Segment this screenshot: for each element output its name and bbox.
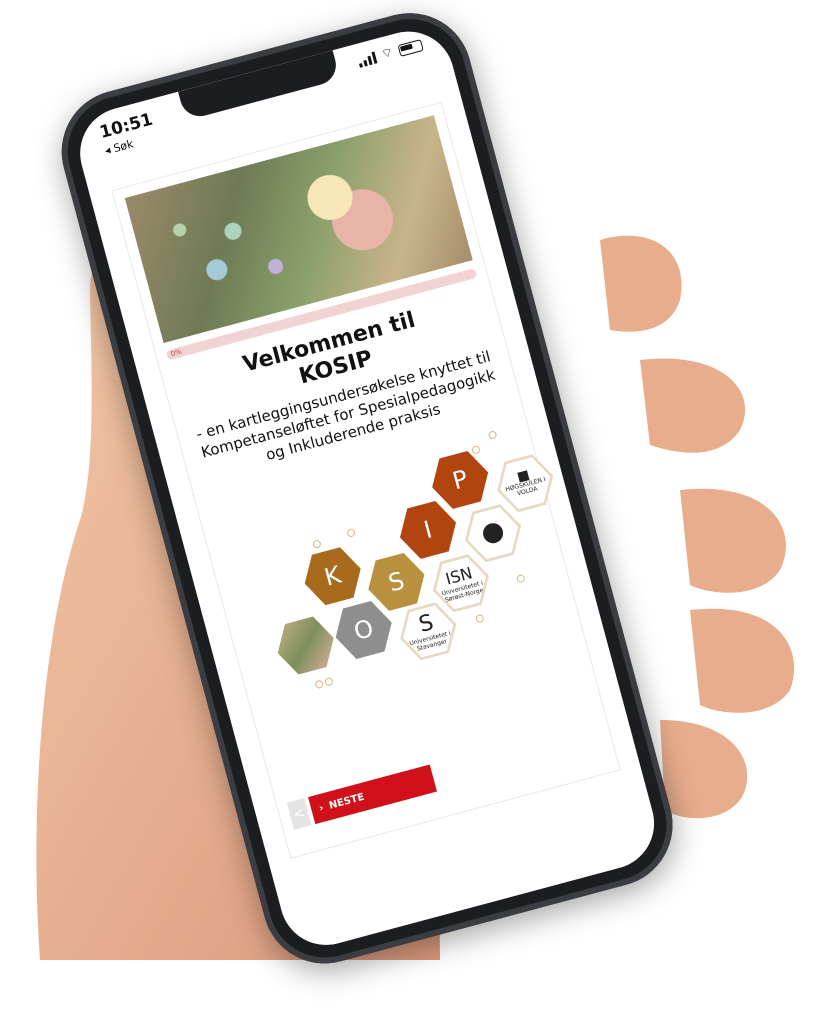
kosip-logo: K O S I P S Universitetet i Stavanger ISN… <box>237 430 557 722</box>
logo-dot <box>474 613 485 624</box>
navigation-buttons: < › NESTE <box>286 764 438 830</box>
logo-dot <box>487 430 498 440</box>
previous-button[interactable]: < <box>286 798 312 830</box>
survey-page: 0% Velkommen til KOSIP - en kartleggings… <box>111 101 621 859</box>
logo-letter-k: K <box>297 541 368 612</box>
logo-dot <box>515 573 526 584</box>
logo-dot <box>324 676 334 687</box>
next-button[interactable]: › NESTE <box>308 764 438 825</box>
status-icons: ⌔ <box>357 39 424 68</box>
battery-icon <box>397 39 424 57</box>
progress-label: 0% <box>169 347 183 359</box>
logo-photo-hex <box>270 610 341 681</box>
signal-icon <box>357 51 378 68</box>
logo-dot <box>311 539 322 550</box>
logo-dot <box>346 528 357 538</box>
wifi-icon: ⌔ <box>379 44 396 63</box>
next-button-label: NESTE <box>327 791 366 812</box>
chevron-right-icon: › <box>317 802 325 814</box>
logo-dot <box>314 679 325 690</box>
logo-dot <box>470 444 481 455</box>
